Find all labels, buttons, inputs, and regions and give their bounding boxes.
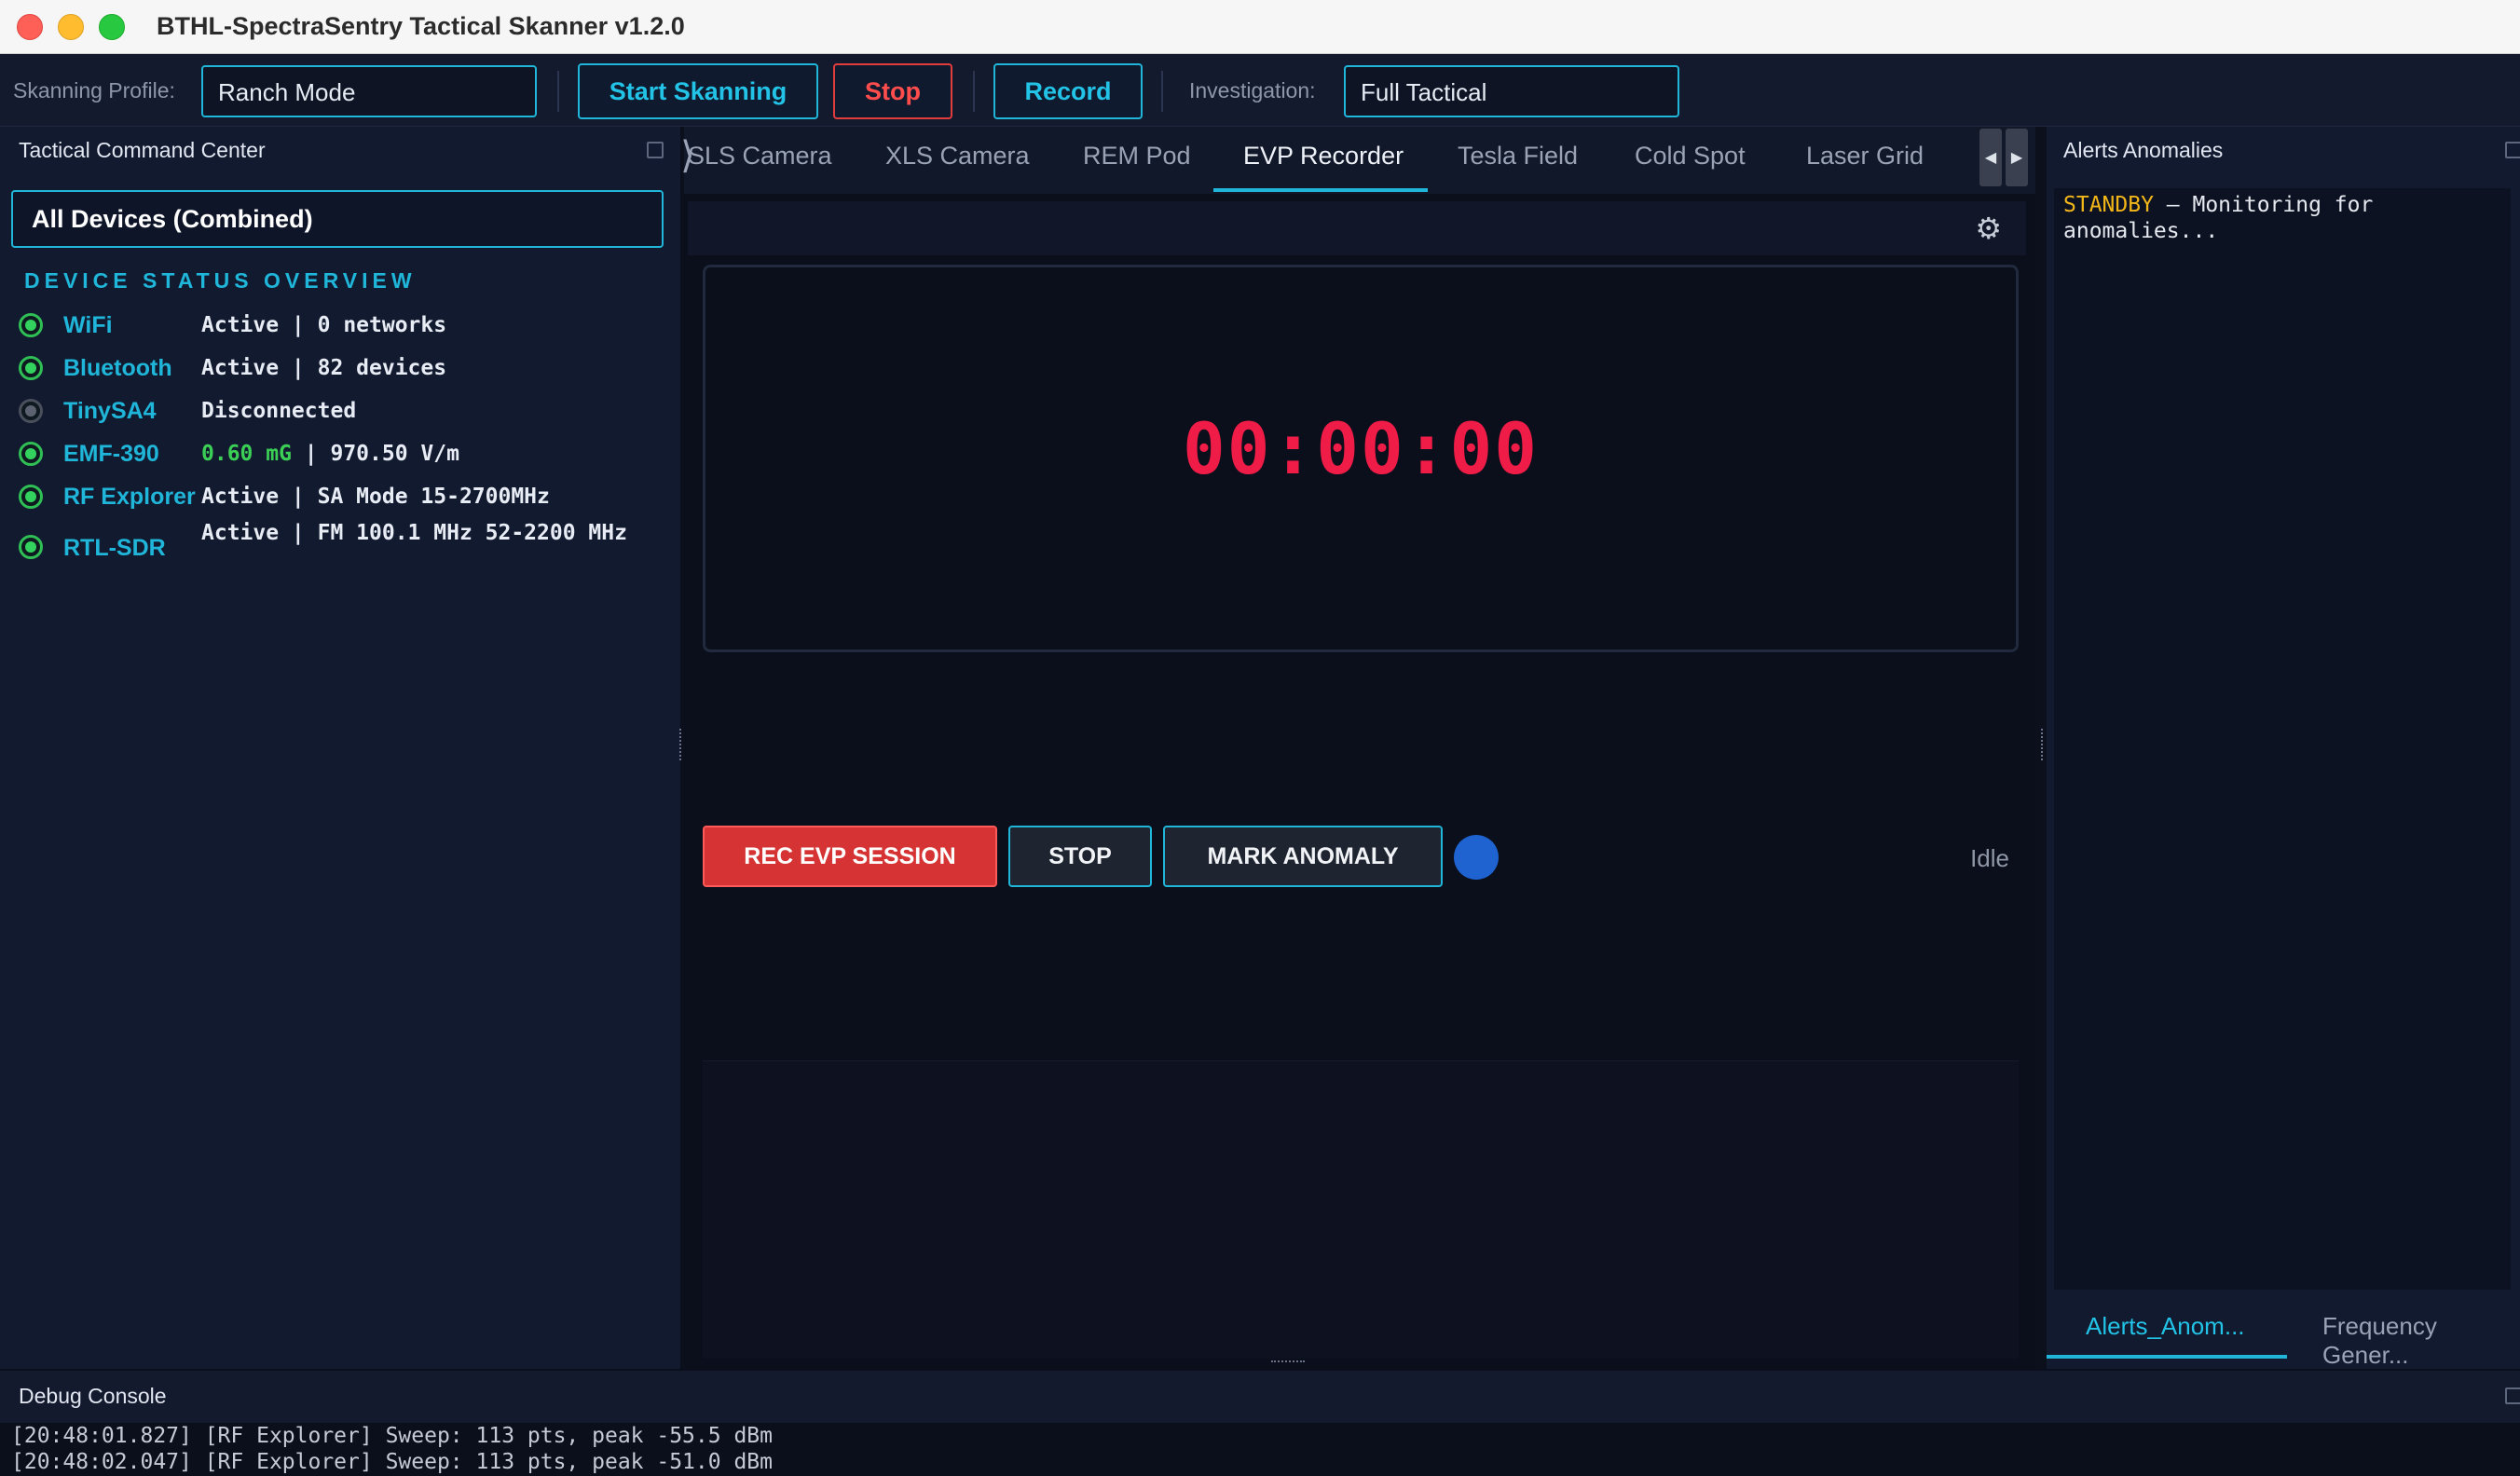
session-timer: 00:00:00 [1182, 407, 1540, 490]
debug-console: Debug Console [20:48:01.827] [RF Explore… [0, 1369, 2520, 1476]
evp-stop-button[interactable]: STOP [1008, 826, 1152, 887]
device-name: RF Explorer [63, 484, 196, 510]
alerts-log [2054, 188, 2511, 1290]
rec-evp-session-button[interactable]: REC EVP SESSION [703, 826, 997, 887]
device-name: TinySA4 [63, 398, 157, 424]
instrument-area: ⟩ SLS Camera XLS Camera REM Pod EVP Reco… [680, 127, 2035, 1369]
tactical-command-center-panel: Tactical Command Center All Devices (Com… [0, 127, 682, 1369]
splitter-handle[interactable] [2041, 729, 2045, 760]
toolbar-separator [973, 71, 975, 112]
toolbar-separator [1161, 71, 1163, 112]
device-name: Bluetooth [63, 355, 172, 381]
tab-scroll-left-icon[interactable]: ◀ [1979, 129, 2002, 186]
tab-rem-pod[interactable]: REM Pod [1083, 142, 1191, 171]
log-line: [20:48:02.047] [RF Explorer] Sweep: 113 … [11, 1450, 773, 1474]
device-name: RTL-SDR [63, 535, 166, 561]
mark-anomaly-button[interactable]: MARK ANOMALY [1163, 826, 1443, 887]
tab-scroll-right-icon[interactable]: ▶ [2006, 129, 2028, 186]
app-window: BTHL-SpectraSentry Tactical Skanner v1.2… [0, 0, 2520, 1476]
evp-recorder-panel: ⚙ 00:00:00 REC EVP SESSION STOP MARK ANO… [684, 194, 2035, 1369]
zoom-window-button[interactable] [99, 14, 125, 40]
active-tab-indicator [2047, 1355, 2287, 1359]
splitter-handle[interactable] [1271, 1360, 1305, 1364]
status-offline-icon [19, 399, 43, 423]
status-online-icon [19, 442, 43, 466]
tab-alerts-anomalies[interactable]: Alerts_Anom... [2086, 1312, 2245, 1341]
status-online-icon [19, 313, 43, 337]
device-status: Active | SA Mode 15-2700MHz [201, 485, 550, 509]
alert-message: STANDBY – Monitoring for anomalies... [2063, 192, 2511, 244]
status-online-icon [19, 535, 43, 559]
standby-label: STANDBY [2063, 193, 2154, 217]
undock-icon[interactable] [2505, 142, 2520, 158]
device-status: Disconnected [201, 399, 357, 423]
profile-label: Skanning Profile: [13, 78, 175, 102]
tab-laser-grid[interactable]: Laser Grid [1806, 142, 1924, 171]
splitter-handle[interactable] [679, 729, 683, 760]
device-select[interactable]: All Devices (Combined) [11, 190, 664, 248]
evp-toolstrip: ⚙ [688, 201, 2026, 255]
alerts-anomalies-panel: Alerts Anomalies STANDBY – Monitoring fo… [2047, 127, 2520, 1369]
gear-icon[interactable]: ⚙ [1975, 211, 2002, 246]
investigation-select[interactable]: Full Tactical [1344, 65, 1679, 117]
device-name: WiFi [63, 312, 113, 338]
active-tab-indicator [1213, 188, 1428, 192]
tab-frequency-generator[interactable]: Frequency Gener... [2322, 1312, 2520, 1370]
stop-button[interactable]: Stop [833, 63, 952, 119]
status-online-icon [19, 485, 43, 509]
profile-select[interactable]: Ranch Mode [201, 65, 537, 117]
undock-icon[interactable] [647, 142, 664, 158]
close-window-button[interactable] [17, 14, 43, 40]
device-status-overview-title: DEVICE STATUS OVERVIEW [24, 268, 417, 293]
record-button[interactable]: Record [993, 63, 1143, 119]
tab-xls-camera[interactable]: XLS Camera [885, 142, 1030, 171]
device-status: Active | 82 devices [201, 356, 447, 380]
undock-icon[interactable] [2505, 1387, 2520, 1404]
title-bar: BTHL-SpectraSentry Tactical Skanner v1.2… [0, 0, 2520, 54]
timer-display: 00:00:00 [703, 265, 2019, 652]
device-status: 0.60 mG | 970.50 V/m [201, 441, 649, 467]
instrument-tabbar: ⟩ SLS Camera XLS Camera REM Pod EVP Reco… [680, 127, 2035, 194]
toolbar-separator [557, 71, 559, 112]
status-online-icon [19, 356, 43, 380]
waveform-area [703, 1060, 2019, 1359]
start-skanning-button[interactable]: Start Skanning [578, 63, 818, 119]
field-reading: | 970.50 V/m [291, 442, 459, 466]
debug-log: [20:48:01.827] [RF Explorer] Sweep: 113 … [0, 1423, 2520, 1476]
emf-reading: 0.60 mG [201, 442, 292, 466]
investigation-label: Investigation: [1189, 78, 1316, 102]
panel-title: Alerts Anomalies [2063, 138, 2224, 162]
log-line: [20:48:01.827] [RF Explorer] Sweep: 113 … [11, 1424, 773, 1448]
recorder-status: Idle [1970, 844, 2009, 872]
tab-tesla-field[interactable]: Tesla Field [1458, 142, 1578, 171]
panel-title: Tactical Command Center [19, 138, 266, 162]
window-title: BTHL-SpectraSentry Tactical Skanner v1.2… [157, 12, 685, 40]
tab-cold-spot[interactable]: Cold Spot [1635, 142, 1746, 171]
recording-indicator-icon [1454, 835, 1499, 880]
minimize-window-button[interactable] [58, 14, 84, 40]
tab-evp-recorder[interactable]: EVP Recorder [1243, 142, 1404, 171]
device-name: EMF-390 [63, 441, 159, 467]
tab-sls-camera[interactable]: SLS Camera [688, 142, 832, 171]
device-status: Active | FM 100.1 MHz 52-2200 MHz [201, 521, 627, 545]
main-toolbar: Skanning Profile: Ranch Mode Start Skann… [0, 54, 2520, 127]
device-status: Active | 0 networks [201, 313, 447, 337]
debug-console-title: Debug Console [19, 1384, 167, 1408]
